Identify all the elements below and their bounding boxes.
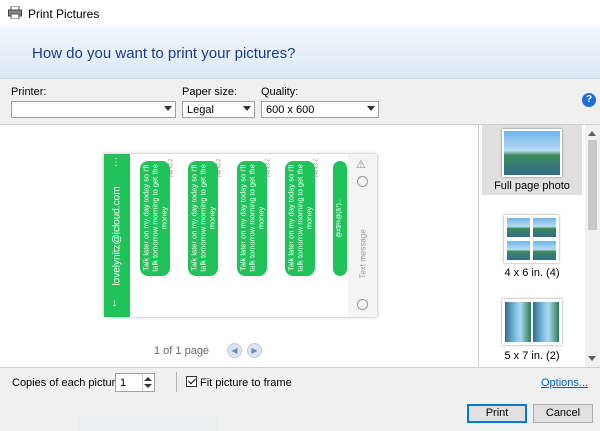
layout-label: 4 x 6 in. (4) [504, 267, 560, 279]
4x6-thumbnail [504, 215, 559, 263]
help-icon[interactable]: ? [582, 93, 596, 107]
printer-select[interactable] [11, 101, 176, 118]
fit-picture-label[interactable]: Fit picture to frame [200, 377, 292, 389]
message-text: Talk later on my day today so I'll talk … [141, 164, 169, 272]
preview-page: ⋮ lovelynitz@icloud.com ↓ Talk later on … [104, 154, 377, 317]
divider [176, 372, 177, 392]
paper-size-value: Legal [187, 104, 214, 116]
full-page-thumbnail [502, 129, 562, 177]
chevron-down-icon [243, 106, 251, 111]
title-bar: Print Pictures [0, 0, 600, 26]
layout-scrollbar[interactable] [585, 125, 600, 367]
text-message-placeholder: Text message [358, 229, 368, 279]
message-bubble: Talk later on my day today so I'll talk … [285, 158, 318, 276]
print-button[interactable]: Print [467, 404, 527, 423]
stepper-down-icon[interactable] [144, 384, 152, 388]
warning-icon: ⚠ [356, 159, 366, 171]
scrollbar-thumb[interactable] [588, 140, 597, 230]
contact-email: lovelynitz@icloud.com [111, 186, 123, 286]
message-text: Talk later on my day today so I'll talk … [286, 164, 314, 272]
sms-header-bar: ⋮ lovelynitz@icloud.com ↓ [104, 154, 130, 317]
quality-value: 600 x 600 [266, 104, 315, 116]
message-text: Talk later on my day today so I'll talk … [238, 164, 266, 272]
layout-4x6[interactable]: 4 x 6 in. (4) [482, 211, 582, 281]
paper-size-select[interactable]: Legal [182, 101, 255, 118]
page-title: How do you want to print your pictures? [32, 45, 296, 62]
prev-page-button[interactable]: ◀ [227, 343, 242, 358]
message-bubble: Talk later on my day today so I'll talk … [237, 158, 270, 276]
message-bubble: Talk later on my day today so I'll talk … [188, 158, 221, 276]
layout-full-page[interactable]: Full page photo [482, 125, 582, 195]
quality-label: Quality: [261, 86, 299, 98]
stepper-buttons[interactable] [142, 374, 154, 391]
page-counter: 1 of 1 page [154, 345, 210, 357]
stepper-up-icon[interactable] [144, 377, 152, 381]
more-icon: ⋮ [111, 157, 122, 168]
add-icon [357, 299, 368, 310]
quality-select[interactable]: 600 x 600 [261, 101, 379, 118]
window-title: Print Pictures [28, 7, 100, 21]
message-text: Talk later on my day today so I'll talk … [189, 164, 217, 272]
layout-5x7[interactable]: 5 x 7 in. (2) [482, 295, 582, 365]
printer-label: Printer: [11, 86, 47, 98]
message-time: 2:23 PM [311, 158, 318, 178]
next-page-button[interactable]: ▶ [247, 343, 262, 358]
cancel-button[interactable]: Cancel [533, 404, 593, 423]
copies-stepper[interactable]: 1 [115, 373, 155, 392]
fit-picture-checkbox[interactable] [186, 376, 197, 387]
background-window-ghost [78, 416, 218, 431]
message-text: @#$%@(&*)... [336, 198, 343, 238]
options-link[interactable]: Options... [541, 377, 588, 389]
chevron-down-icon [367, 106, 375, 111]
header-band: How do you want to print your pictures? [0, 26, 600, 79]
emoji-icon [357, 176, 368, 187]
compose-column: ⚠ Text message [348, 154, 377, 317]
copies-value: 1 [120, 377, 127, 389]
message-bubble: Talk later on my day today so I'll talk … [140, 158, 173, 276]
chevron-down-icon [164, 106, 172, 111]
back-arrow-icon: ↓ [112, 297, 118, 309]
scroll-down-icon[interactable] [588, 356, 596, 361]
scroll-up-icon[interactable] [588, 131, 596, 136]
copies-label: Copies of each picture: [12, 377, 125, 389]
print-preview-pane: ⋮ lovelynitz@icloud.com ↓ Talk later on … [0, 125, 479, 367]
layout-label: 5 x 7 in. (2) [504, 350, 560, 362]
message-time: 2:23 PM [263, 158, 270, 178]
printer-icon [8, 6, 22, 19]
layout-label: Full page photo [494, 180, 570, 192]
layout-list: Full page photo 4 x 6 in. (4) 5 x 7 in. … [479, 125, 585, 367]
print-options-bar: Printer: Paper size: Legal Quality: 600 … [0, 79, 600, 125]
5x7-thumbnail [502, 299, 562, 345]
message-time: 2:23 PM [214, 158, 221, 178]
footer-bar: Copies of each picture: 1 Fit picture to… [0, 367, 600, 431]
paper-size-label: Paper size: [182, 86, 238, 98]
message-bubble: @#$%@(&*)... [333, 161, 347, 276]
message-time: 2:23 PM [166, 158, 173, 178]
